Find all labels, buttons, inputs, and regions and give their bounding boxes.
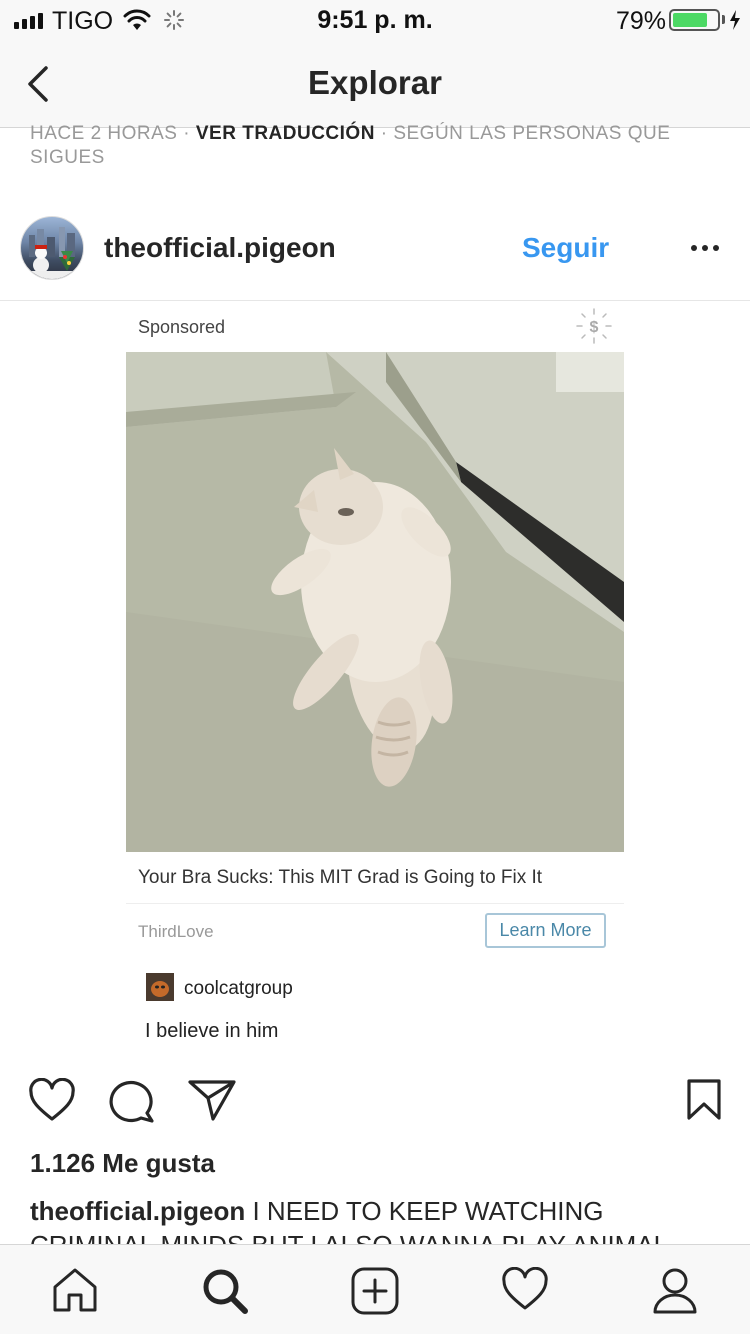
like-count[interactable]: 1.126 Me gusta: [30, 1148, 215, 1179]
tab-bar: [0, 1244, 750, 1334]
advertiser-name: ThirdLove: [138, 922, 214, 941]
battery-percent: 79%: [616, 7, 667, 35]
add-post-icon[interactable]: [350, 1267, 400, 1315]
comment-avatar: [146, 973, 174, 1001]
profile-icon[interactable]: [651, 1267, 699, 1315]
bookmark-icon[interactable]: [686, 1078, 722, 1122]
battery-level: [673, 13, 707, 27]
post-header: theofficial.pigeon Seguir: [0, 196, 750, 301]
battery-icon: [669, 9, 720, 31]
status-bar: TIGO 9:51 p. m. 79%: [0, 0, 750, 40]
comment-text: I believe in him: [145, 1020, 279, 1042]
post-username[interactable]: theofficial.pigeon: [104, 232, 336, 264]
cat-photo: [126, 352, 624, 852]
search-icon[interactable]: [200, 1267, 250, 1315]
post-actions: [0, 1070, 750, 1140]
avatar-image: [21, 227, 83, 279]
caption-username[interactable]: theofficial.pigeon: [30, 1196, 245, 1226]
follow-button[interactable]: Seguir: [522, 232, 609, 264]
comment-icon[interactable]: [108, 1078, 156, 1124]
svg-text:$: $: [590, 319, 599, 336]
activity-heart-icon[interactable]: [501, 1267, 549, 1311]
nav-bar: Explorar: [0, 40, 750, 128]
charging-bolt-icon: [730, 10, 740, 30]
sponsored-label: Sponsored: [138, 317, 226, 337]
post-time-ago: HACE 2 HORAS: [30, 123, 178, 144]
post-image[interactable]: Sponsored $ Your Bra Sucks: This MIT Gra…: [0, 302, 750, 1057]
meta-separator: ·: [183, 123, 191, 144]
more-horizontal-icon[interactable]: [690, 244, 720, 252]
battery-tip: [722, 15, 725, 24]
learn-more-button: Learn More: [485, 913, 606, 948]
avatar[interactable]: [20, 216, 84, 280]
post-caption: theofficial.pigeon I NEED TO KEEP WATCHI…: [30, 1194, 730, 1244]
dollar-sign-icon: $: [576, 308, 612, 344]
home-icon[interactable]: [51, 1267, 99, 1313]
page-title: Explorar: [308, 64, 442, 101]
ad-headline: Your Bra Sucks: This MIT Grad is Going t…: [138, 867, 543, 888]
comment-username: coolcatgroup: [184, 978, 293, 999]
see-translation-link[interactable]: VER TRADUCCIÓN: [196, 123, 375, 144]
ad-divider: [126, 903, 624, 904]
post-meta: HACE 2 HORAS · VER TRADUCCIÓN · SEGÚN LA…: [30, 122, 720, 170]
heart-icon[interactable]: [28, 1078, 76, 1122]
meta-separator: ·: [380, 123, 388, 144]
share-icon[interactable]: [187, 1078, 237, 1122]
